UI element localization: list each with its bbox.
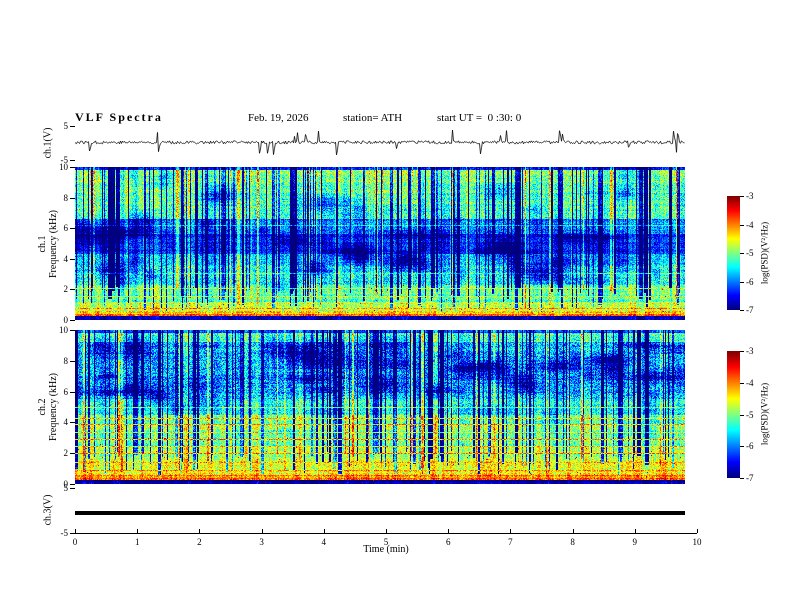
ch2-spectrogram-ylabel-line1: ch.2 <box>37 398 48 416</box>
time-axis-line <box>75 533 697 534</box>
y-tick <box>70 484 75 485</box>
y-tick <box>70 488 75 489</box>
ch2-spectrogram <box>75 330 685 484</box>
y-tick-label: 10 <box>59 325 68 335</box>
y-tick <box>70 126 75 127</box>
colorbar-tick-label: -7 <box>746 473 754 483</box>
colorbar-ch2-label: log(PSD)(V²/Hz) <box>759 382 770 446</box>
y-tick-label: 8 <box>63 355 69 366</box>
ch2-spectrogram-ylabel-line2: Frequency (kHz) <box>48 372 59 442</box>
colorbar-tick <box>740 414 744 416</box>
y-tick-label: 5 <box>63 483 69 493</box>
colorbar-tick <box>740 351 744 352</box>
x-tick <box>137 529 139 533</box>
y-tick <box>70 289 75 291</box>
y-tick <box>70 453 75 455</box>
x-tick <box>75 529 76 533</box>
colorbar-ch2 <box>727 351 740 478</box>
y-tick <box>70 360 75 362</box>
x-tick <box>323 529 325 533</box>
y-tick <box>70 422 75 424</box>
y-tick <box>70 320 75 321</box>
ch1-spectrogram <box>75 167 685 320</box>
y-tick <box>70 160 75 161</box>
colorbar-ch1-label: log(PSD)(V²/Hz) <box>759 221 770 285</box>
ch3-voltage-ylabel: ch.3(V) <box>42 494 54 526</box>
colorbar-tick-label: -3 <box>746 191 754 201</box>
header-station: station= ATH <box>343 112 403 124</box>
colorbar-tick <box>740 281 744 283</box>
x-tick <box>634 529 636 533</box>
x-tick <box>697 529 698 533</box>
y-tick-label: -5 <box>60 528 69 538</box>
y-tick-label: 6 <box>63 223 69 234</box>
y-tick-label: 10 <box>59 162 68 172</box>
ch3-signal-trace <box>75 511 685 515</box>
x-tick-label: 10 <box>692 537 702 547</box>
colorbar-tick-label: -5 <box>746 248 754 258</box>
ch2-spectrogram-ylabel: ch.2 Frequency (kHz) <box>37 373 59 441</box>
colorbar-tick <box>740 310 744 311</box>
x-tick-label: 5 <box>383 537 389 547</box>
x-tick-label: 2 <box>197 537 202 547</box>
y-tick <box>70 167 75 168</box>
x-tick-label: 9 <box>632 537 638 547</box>
colorbar-tick <box>740 224 744 226</box>
colorbar-tick <box>740 446 744 448</box>
y-tick <box>70 330 75 331</box>
x-tick <box>261 529 263 533</box>
ch1-spectrogram-ylabel: ch.1 Frequency (kHz) <box>37 210 59 278</box>
y-tick-label: 0 <box>63 315 69 325</box>
y-tick <box>70 258 75 260</box>
vlf-spectra-figure: VLF Spectra Feb. 19, 2026 station= ATH s… <box>0 0 792 612</box>
colorbar-tick-label: -6 <box>746 276 754 287</box>
colorbar-tick-label: -6 <box>746 441 754 452</box>
x-tick <box>199 529 201 533</box>
y-tick-label: 6 <box>63 386 69 397</box>
colorbar-tick <box>740 478 744 479</box>
header-start-ut: start UT = 0 :30: 0 <box>437 112 522 124</box>
figure-title: VLF Spectra <box>75 110 163 124</box>
ch1-spectrogram-ylabel-line1: ch.1 <box>37 235 48 253</box>
y-tick-label: 5 <box>63 121 69 131</box>
y-tick-label: 4 <box>63 253 69 264</box>
y-tick <box>70 228 75 230</box>
x-tick <box>386 529 387 533</box>
x-tick-label: 4 <box>321 537 327 547</box>
x-tick-label: 7 <box>508 537 513 547</box>
colorbar-tick <box>740 196 744 197</box>
x-tick <box>510 529 512 533</box>
y-tick <box>70 391 75 393</box>
y-tick-label: 8 <box>63 192 69 203</box>
y-tick-label: 2 <box>63 448 69 459</box>
colorbar-tick-label: -3 <box>746 346 754 356</box>
colorbar-tick <box>740 382 744 384</box>
x-tick <box>572 529 574 533</box>
y-tick-label: 4 <box>63 417 69 428</box>
colorbar-ch1 <box>727 196 740 310</box>
ch1-waveform-plot <box>75 126 685 160</box>
y-tick <box>70 533 75 534</box>
x-tick-label: 8 <box>570 537 575 547</box>
x-tick-label: 3 <box>259 537 264 547</box>
y-tick-label: 2 <box>63 284 69 295</box>
colorbar-tick <box>740 253 744 254</box>
ch1-spectrogram-ylabel-line2: Frequency (kHz) <box>48 209 59 279</box>
x-tick-label: 0 <box>72 537 78 547</box>
colorbar-tick-label: -7 <box>746 305 754 315</box>
x-tick-label: 1 <box>134 537 140 547</box>
colorbar-tick-label: -4 <box>746 219 754 230</box>
x-tick <box>448 529 450 533</box>
x-tick-label: 6 <box>445 537 451 547</box>
colorbar-tick-label: -4 <box>746 377 754 388</box>
colorbar-tick-label: -5 <box>746 409 754 420</box>
y-tick <box>70 197 75 199</box>
header-date: Feb. 19, 2026 <box>248 112 309 124</box>
ch1-voltage-ylabel: ch.1(V) <box>42 127 54 159</box>
